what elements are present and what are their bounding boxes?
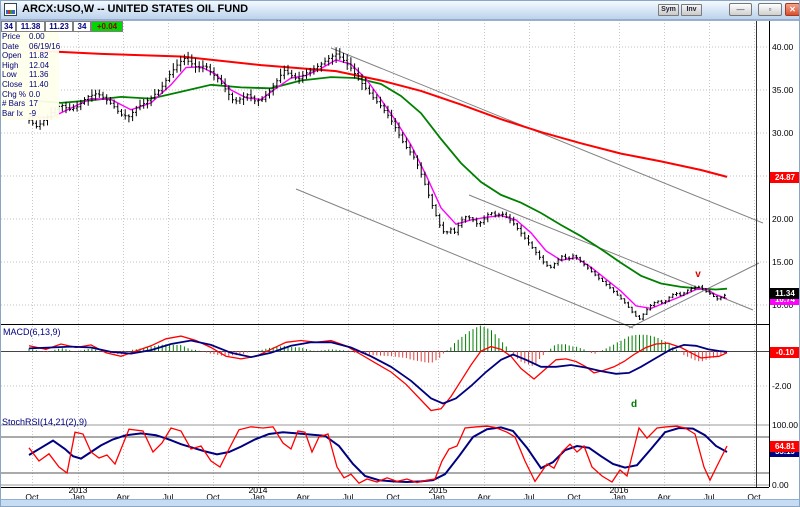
stochrsi-axis-label: 0.00 xyxy=(772,480,789,490)
price-badge: 24.87 xyxy=(770,172,800,183)
macd-line xyxy=(29,336,727,410)
data-window-row: Close11.40 xyxy=(2,80,59,90)
app-icon xyxy=(4,3,17,16)
ma-red-line xyxy=(29,50,727,176)
quote-row: 3411.3811.2334+0.04 xyxy=(1,21,123,32)
data-window-row: Low11.36 xyxy=(2,70,59,80)
annotation-v: v xyxy=(695,269,701,280)
data-window-row: Chg %0.0 xyxy=(2,90,59,100)
minimize-button[interactable]: — xyxy=(729,3,752,16)
stochrsi-slow-line xyxy=(29,427,727,482)
price-ohlc-bars xyxy=(28,47,726,320)
data-window-row: High12.04 xyxy=(2,61,59,71)
quote-cell: 11.23 xyxy=(45,21,73,32)
data-window-row: Date06/19/16 xyxy=(2,42,59,52)
quote-change-cell: +0.04 xyxy=(91,21,123,32)
data-window-row: Open11.82 xyxy=(2,51,59,61)
macd-histogram-negative xyxy=(40,351,725,366)
annotation-d: d xyxy=(631,399,637,410)
chart-stage: 3411.3811.2334+0.04 Price0.00Date06/19/1… xyxy=(1,1,799,506)
maximize-button[interactable]: ▫ xyxy=(758,3,782,16)
x-axis-year-label: 2016 xyxy=(610,487,629,494)
stochrsi-fast-line xyxy=(29,426,727,483)
trendlines[interactable] xyxy=(296,48,763,328)
price-axis-label: 35.00 xyxy=(772,85,793,95)
price-badge: 11.34 xyxy=(770,288,800,299)
chart-canvas xyxy=(1,1,800,507)
gridlines xyxy=(1,23,769,487)
macd-pane-label: MACD(6,13,9) xyxy=(3,327,61,337)
stochrsi-axis-label: 100.00 xyxy=(772,420,798,430)
data-window-row: Price0.00 xyxy=(2,32,59,42)
price-axis-label: 20.00 xyxy=(772,214,793,224)
macd-histogram-positive xyxy=(29,326,677,351)
x-axis-year-label: 2015 xyxy=(429,487,448,494)
price-axis-label: 15.00 xyxy=(772,257,793,267)
window-titlebar[interactable]: ARCX:USO,W -- UNITED STATES OIL FUND Sym… xyxy=(1,1,799,20)
inv-button[interactable]: Inv xyxy=(681,4,702,16)
ma-magenta-line xyxy=(29,60,727,309)
data-window: Price0.00Date06/19/16Open11.82High12.04L… xyxy=(1,30,59,120)
close-button[interactable]: ✕ xyxy=(785,3,800,16)
macd-axis-label: -2.00 xyxy=(772,381,791,391)
quote-cell: 34 xyxy=(73,21,91,32)
x-axis-year-label: 2014 xyxy=(249,487,268,494)
sym-button[interactable]: Sym xyxy=(658,4,679,16)
app-window: ARCX:USO,W -- UNITED STATES OIL FUND Sym… xyxy=(0,0,800,507)
data-window-row: Bar Ix-9 xyxy=(2,109,59,119)
window-title: ARCX:USO,W -- UNITED STATES OIL FUND xyxy=(22,3,248,15)
stochrsi-value-badge: 64.81 xyxy=(770,441,800,452)
window-bottom-edge[interactable] xyxy=(1,499,799,506)
macd-signal-line xyxy=(29,341,727,404)
quote-cell: 34 xyxy=(1,21,16,32)
data-window-row: # Bars17 xyxy=(2,99,59,109)
price-axis-label: 30.00 xyxy=(772,128,793,138)
x-axis-year-label: 2013 xyxy=(69,487,88,494)
stochrsi-pane-label: StochRSI(14,21(2),9) xyxy=(2,417,87,427)
ma-green-line xyxy=(29,77,727,289)
macd-value-badge: -0.10 xyxy=(770,347,800,358)
price-axis-label: 40.00 xyxy=(772,42,793,52)
quote-cell: 11.38 xyxy=(16,21,45,32)
